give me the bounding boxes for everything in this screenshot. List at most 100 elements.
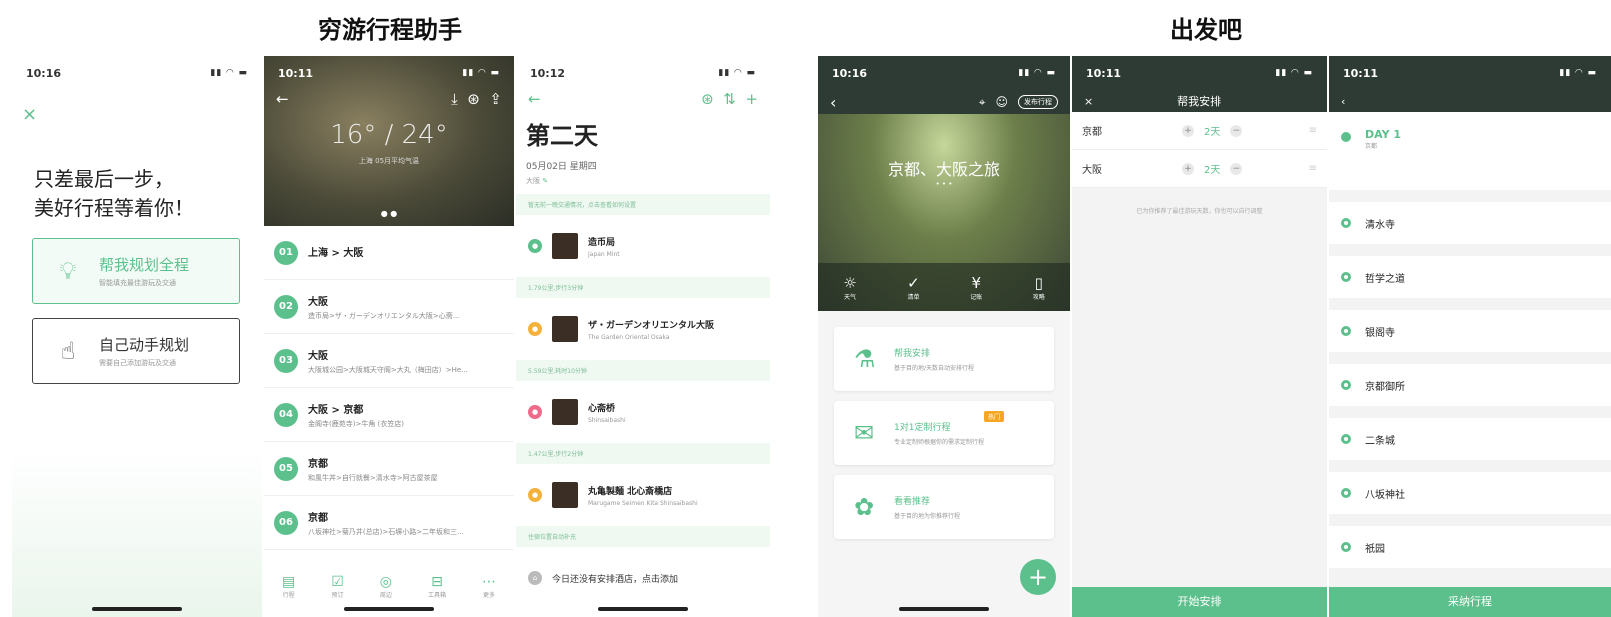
plan-option-card[interactable]: ✿ 看看推荐 基于目的地为你推荐行程 xyxy=(834,475,1054,539)
poi-name: 丸亀製麺 北心斎橋店 xyxy=(588,486,673,497)
start-arrange-button[interactable]: 开始安排 xyxy=(1072,587,1327,617)
tool-icon: ▯ xyxy=(1034,273,1043,292)
day-row[interactable]: 06 京都 八坂神社>菊乃井(总店)>石塀小路>二年坂和三... xyxy=(264,496,514,550)
day-row[interactable]: 01 上海 > 大阪 xyxy=(264,226,514,280)
spot-row[interactable]: 八坂神社 xyxy=(1329,472,1611,514)
poi-row[interactable]: ● ザ・ガーデンオリエンタル大阪 The Garden Oriental Osaka xyxy=(516,306,770,352)
day-text: 京都 和風牛丼>自行就餐>清水寺>阿古屋茶屋 xyxy=(308,455,504,483)
option-sub: 基于目的地/天数自动安排行程 xyxy=(894,365,975,372)
back-chevron-icon[interactable]: ‹ xyxy=(830,93,836,112)
spot-row[interactable]: 银阁寺 xyxy=(1329,310,1611,352)
transport-hint[interactable]: 暂无前一晚交通情况，点击查看如何设置 xyxy=(516,194,770,215)
day-row[interactable]: 03 大阪 大阪城公园>大阪城天守阁>大丸（梅田店）>He... xyxy=(264,334,514,388)
back-arrow-icon[interactable]: ← xyxy=(276,90,289,108)
option-title: 帮我安排 xyxy=(894,349,931,359)
location-icon[interactable]: ⌖ xyxy=(979,95,986,110)
service-icon[interactable]: ☺ xyxy=(995,95,1008,109)
tab-2[interactable]: ◎ 周边 xyxy=(380,574,392,599)
status-time: 10:11 xyxy=(1086,66,1122,80)
add-hotel-text: 今日还没有安排酒店，点击添加 xyxy=(552,574,679,585)
spot-name: 银阁寺 xyxy=(1365,327,1395,339)
poi-row[interactable]: ● 造币局 Japan Mint xyxy=(516,223,770,269)
spot-list: 清水寺哲学之道银阁寺京都御所二条城八坂神社祇园 xyxy=(1329,202,1611,568)
back-chevron-icon[interactable]: ‹ xyxy=(1341,95,1345,108)
back-arrow-icon[interactable]: ← xyxy=(528,90,541,108)
poi-thumbnail xyxy=(552,399,578,425)
spot-ring-icon xyxy=(1341,380,1351,390)
day-number-badge: 05 xyxy=(274,456,298,481)
tool-3[interactable]: ▯ 攻略 xyxy=(1033,274,1045,301)
poi-row[interactable]: ● 丸亀製麺 北心斎橋店 Marugame Seimen Kita Shinsaib… xyxy=(516,472,770,518)
decrease-button[interactable]: − xyxy=(1230,162,1243,175)
spot-row[interactable]: 哲学之道 xyxy=(1329,256,1611,298)
adopt-itinerary-button[interactable]: 采纳行程 xyxy=(1329,587,1611,617)
tab-icon: ☑ xyxy=(331,574,344,590)
drag-handle-icon[interactable]: ≡ xyxy=(1309,125,1317,136)
tab-3[interactable]: ⊟ 工具箱 xyxy=(428,574,446,599)
spot-row[interactable]: 清水寺 xyxy=(1329,202,1611,244)
edit-icon[interactable]: ✎ xyxy=(542,177,548,185)
transit-info[interactable]: 1.47公里,步行2分钟 xyxy=(516,443,770,464)
share-icon[interactable]: ⇪ xyxy=(489,90,502,108)
section-title-right: 出发吧 xyxy=(1170,16,1242,44)
day-number-badge: 06 xyxy=(274,510,298,535)
option-text: 帮我安排基于目的地/天数自动安排行程 xyxy=(894,346,974,372)
increase-button[interactable]: + xyxy=(1182,162,1194,175)
poi-name: 造币局 xyxy=(588,237,616,248)
spot-row[interactable]: 祇园 xyxy=(1329,526,1611,568)
transit-info[interactable]: 5.59公里,耗时10分钟 xyxy=(516,360,770,381)
day-title: 京都 xyxy=(308,458,328,470)
status-bar: 10:11 ▮▮ ◠ ▬ xyxy=(1329,56,1611,90)
tab-bar: ▤ 行程 ☑ 预订 ◎ 周边 ⊟ 工具箱 ⋯ 更多 xyxy=(264,574,514,599)
close-icon[interactable]: × xyxy=(1084,95,1093,108)
tool-2[interactable]: ¥ 记账 xyxy=(970,274,982,301)
tab-4[interactable]: ⋯ 更多 xyxy=(482,574,496,599)
spot-ring-icon xyxy=(1341,542,1351,552)
poi-row[interactable]: ● 心斋桥 Shinsaibashi xyxy=(516,389,770,435)
drag-handle-icon[interactable]: ≡ xyxy=(1309,163,1317,174)
increase-button[interactable]: + xyxy=(1182,124,1194,137)
map-icon[interactable]: ⊛ xyxy=(701,90,714,108)
plan-option-card[interactable]: ✉ 1对1定制行程 专业定制师根据你的需求定制行程 热门 xyxy=(834,401,1054,465)
day-row[interactable]: 02 大阪 造币局>ザ・ガーデンオリエンタル大阪>心斋... xyxy=(264,280,514,334)
nav-actions: ⤓ ⊛ ⇪ xyxy=(451,90,502,108)
add-icon[interactable]: + xyxy=(745,90,758,108)
publish-trip-button[interactable]: 发布行程 xyxy=(1018,95,1058,109)
plan-all-title: 帮我规划全程 xyxy=(99,256,190,274)
download-icon[interactable]: ⤓ xyxy=(451,90,458,108)
city-row: 京都 +2天 − ≡ xyxy=(1072,112,1327,150)
tool-0[interactable]: ☼ 天气 xyxy=(843,274,856,301)
top-nav: ‹ ⌖ ☺ 发布行程 xyxy=(818,90,1070,114)
add-fab-button[interactable]: + xyxy=(1020,559,1056,595)
temperature-range: 16° / 24° xyxy=(330,120,448,150)
trip-more-icon[interactable]: • • • xyxy=(818,180,1070,188)
plan-option-card[interactable]: ⚗ 帮我安排 基于目的地/天数自动安排行程 xyxy=(834,327,1054,391)
poi-english-name: Shinsaibashi xyxy=(588,416,626,424)
close-button[interactable]: × xyxy=(22,104,262,125)
day-number-badge: 01 xyxy=(274,240,298,265)
spot-row[interactable]: 二条城 xyxy=(1329,418,1611,460)
option-title: 1对1定制行程 xyxy=(894,423,951,433)
option-text: 看看推荐 基于目的地为你推荐行程 xyxy=(894,494,960,520)
day-text: 大阪 造币局>ザ・ガーデンオリエンタル大阪>心斋... xyxy=(308,293,504,321)
add-hotel-row[interactable]: ⌂ 今日还没有安排酒店，点击添加 xyxy=(516,555,770,601)
tab-0[interactable]: ▤ 行程 xyxy=(282,574,295,599)
day-row[interactable]: 04 大阪 > 京都 金阁寺(鹿苑寺)>牛角 (衣笠店) xyxy=(264,388,514,442)
tab-1[interactable]: ☑ 预订 xyxy=(331,574,344,599)
tab-label: 预订 xyxy=(331,592,344,599)
status-time: 10:16 xyxy=(832,66,868,80)
section-title-left: 穷游行程助手 xyxy=(318,16,462,44)
status-bar: 10:11 ▮▮ ◠ ▬ xyxy=(1072,56,1327,90)
plan-all-card[interactable]: 💡︎ 帮我规划全程 智能填充最佳游玩及交通 xyxy=(32,238,240,304)
map-icon[interactable]: ⊛ xyxy=(467,90,480,108)
decrease-button[interactable]: − xyxy=(1230,124,1243,137)
tool-1[interactable]: ✓ 清单 xyxy=(907,274,920,301)
day-stepper: +2天 − xyxy=(1182,123,1243,138)
spot-row[interactable]: 京都御所 xyxy=(1329,364,1611,406)
transit-info[interactable]: 1.79公里,步行3分钟 xyxy=(516,277,770,298)
top-nav: ← ⤓ ⊛ ⇪ xyxy=(264,90,514,108)
poi-type-icon: ● xyxy=(528,405,542,419)
sort-icon[interactable]: ⇅ xyxy=(723,90,736,108)
day-row[interactable]: 05 京都 和風牛丼>自行就餐>清水寺>阿古屋茶屋 xyxy=(264,442,514,496)
plan-self-card[interactable]: ☝ 自己动手规划 需要自己添加游玩及交通 xyxy=(32,318,240,384)
